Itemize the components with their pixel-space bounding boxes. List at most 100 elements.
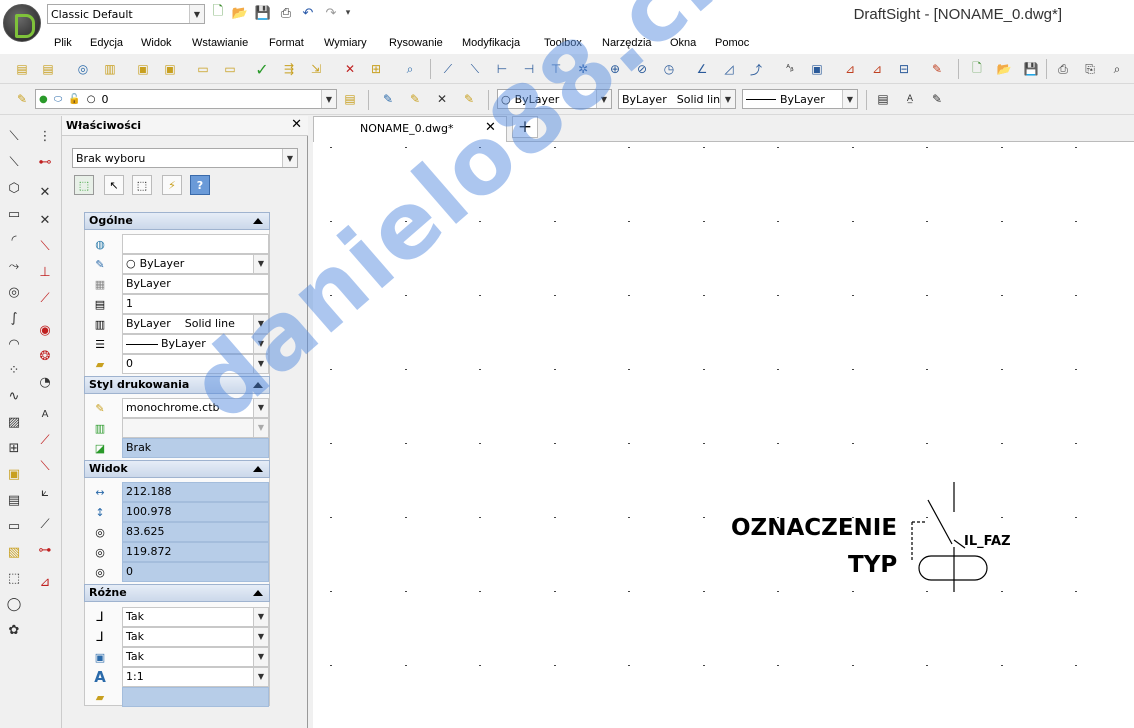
note-icon[interactable]: ▭ [4, 516, 24, 536]
layer-combo[interactable]: ● ⬭ 🔓 ○ 0 ▼ [35, 89, 337, 109]
toggle-pickadd-icon[interactable]: ⚡ [162, 175, 182, 195]
stretch-icon[interactable]: ⟍ [35, 236, 55, 256]
section-general[interactable]: Ogólne [84, 212, 270, 230]
join-icon[interactable]: ⟋ [35, 288, 55, 308]
layer-off-icon[interactable]: ▭ [193, 59, 213, 79]
spline-icon[interactable]: ∫ [4, 308, 24, 328]
print-preview-icon[interactable]: ⌕ [1107, 59, 1127, 79]
dim-update-icon[interactable]: ⊟ [894, 59, 914, 79]
multiline-text-icon[interactable]: A̲ [900, 89, 920, 109]
dimension-arc-icon[interactable]: ◷ [659, 59, 679, 79]
collapse-icon[interactable] [253, 466, 263, 472]
make-block-icon[interactable]: ▣ [4, 464, 24, 484]
prop-ucs-icon-origin[interactable]: Tak ▼ [122, 627, 269, 647]
trim-icon[interactable]: ✕ [35, 182, 55, 202]
layer-on-icon[interactable]: ▭ [220, 59, 240, 79]
new-icon[interactable]: 🗋 [209, 4, 227, 22]
prop-color-select[interactable]: ○ ByLayer ▼ [122, 254, 269, 274]
dimension-angular-icon[interactable]: ∠ [692, 59, 712, 79]
chevron-down-icon[interactable]: ▼ [842, 90, 857, 108]
menu-rysowanie[interactable]: Rysowanie [389, 37, 443, 49]
table-icon[interactable]: ▤ [4, 490, 24, 510]
chevron-down-icon[interactable]: ▼ [253, 255, 268, 273]
layer-manager-icon[interactable]: ▤ [12, 59, 32, 79]
layer-from-entity-icon[interactable]: ✎ [405, 89, 425, 109]
offset-icon[interactable]: ◉ [35, 320, 55, 340]
menu-modyfikacja[interactable]: Modyfikacja [462, 37, 520, 49]
print-drawing-icon[interactable]: ⎙ [1053, 59, 1073, 79]
move-icon[interactable]: ⋮ [35, 126, 55, 146]
chevron-down-icon[interactable]: ▼ [253, 355, 268, 373]
collapse-icon[interactable] [253, 218, 263, 224]
infinite-line-icon[interactable]: ⟍ [4, 152, 24, 172]
prop-linetype[interactable]: ByLayer Solid line ▼ [122, 314, 269, 334]
rectangle-icon[interactable]: ▭ [4, 204, 24, 224]
text-style-icon[interactable]: ▤ [873, 89, 893, 109]
menu-toolbox[interactable]: Toolbox [544, 37, 582, 49]
copy-icon[interactable]: ⊷ [35, 152, 55, 172]
tab-noname[interactable]: NONAME_0.dwg* ✕ [313, 116, 507, 142]
layer-delete-icon[interactable]: ✕ [340, 59, 360, 79]
open-icon[interactable]: 📂 [231, 4, 249, 22]
revision-cloud-icon[interactable]: ▧ [4, 542, 24, 562]
text-edit-icon[interactable]: ✎ [927, 89, 947, 109]
quick-select-icon[interactable]: ⬚ [132, 175, 152, 195]
open-drawing-icon[interactable]: 📂 [994, 59, 1014, 79]
prop-lineweight[interactable]: ByLayer ▼ [122, 334, 269, 354]
layer-isolate-icon[interactable]: ✕ [432, 89, 452, 109]
chevron-down-icon[interactable]: ▼ [321, 90, 336, 108]
select-entities-icon[interactable]: ↖ [104, 175, 124, 195]
dimension-baseline-icon[interactable]: ⊤ [546, 59, 566, 79]
break-icon[interactable]: ⊥ [35, 262, 55, 282]
layer-walk-icon[interactable]: ◎ [73, 59, 93, 79]
snap-icon[interactable]: ⟋ [438, 59, 458, 79]
dimension-aligned-icon[interactable]: ⊣ [519, 59, 539, 79]
ellipse-arc-icon[interactable]: ◠ [4, 334, 24, 354]
dimension-diameter-icon[interactable]: ⊘ [632, 59, 652, 79]
hatch-icon[interactable]: ▨ [4, 412, 24, 432]
arc-3point-icon[interactable]: ⤳ [4, 256, 24, 276]
line-icon[interactable]: ⟍ [4, 126, 24, 146]
leader-icon[interactable]: ⤴ [746, 59, 766, 79]
array-icon[interactable]: ⊶ [35, 540, 55, 560]
prop-transparency[interactable]: ByLayer [122, 274, 269, 294]
chevron-down-icon[interactable]: ▼ [282, 149, 297, 167]
menu-plik[interactable]: Plik [54, 37, 72, 49]
dim-style-icon[interactable]: ⊿ [840, 59, 860, 79]
customize-icon[interactable]: ▾ [342, 4, 354, 22]
fillet-icon[interactable]: ⟍ [35, 456, 55, 476]
menu-format[interactable]: Format [269, 37, 304, 49]
prop-ucs-icon-on[interactable]: Tak ▼ [122, 607, 269, 627]
chamfer-icon[interactable]: ⟀ [35, 482, 55, 502]
mirror-icon[interactable]: ⟋ [35, 430, 55, 450]
dim-edit-icon[interactable]: ✎ [927, 59, 947, 79]
check-icon[interactable]: ✓ [252, 59, 272, 79]
extend-icon[interactable]: ✕ [35, 210, 55, 230]
menu-pomoc[interactable]: Pomoc [715, 37, 749, 49]
boundary-icon[interactable]: ◯ [4, 594, 24, 614]
prop-print-style-table[interactable]: monochrome.ctb ▼ [122, 398, 269, 418]
layer-unlock-icon[interactable]: ▣ [160, 59, 180, 79]
menu-edycja[interactable]: Edycja [90, 37, 123, 49]
curve-icon[interactable]: ∿ [4, 386, 24, 406]
chevron-down-icon[interactable]: ▼ [253, 668, 268, 686]
polygon-icon[interactable]: ⬡ [4, 178, 24, 198]
layer-preview-icon[interactable]: ⌕ [400, 59, 420, 79]
drawing-canvas[interactable]: OZNACZENIE TYP IL_FAZ [313, 142, 1134, 728]
page-setup-icon[interactable]: ⎘ [1080, 59, 1100, 79]
layer-unisolate-icon[interactable]: ✎ [459, 89, 479, 109]
collapse-icon[interactable] [253, 590, 263, 596]
text-icon[interactable]: A [35, 404, 55, 424]
color-combo[interactable]: ○ ByLayer ▼ [497, 89, 612, 109]
layer-match-icon[interactable]: ⇶ [279, 59, 299, 79]
chevron-down-icon[interactable]: ▼ [253, 399, 268, 417]
print-icon[interactable]: ⎙ [277, 4, 295, 22]
menu-narzedzia[interactable]: Narzędzia [602, 37, 652, 49]
circle-icon[interactable]: ◎ [4, 282, 24, 302]
layer-lock-icon[interactable]: ▣ [133, 59, 153, 79]
chevron-down-icon[interactable]: ▼ [253, 608, 268, 626]
cloud-icon[interactable]: ✿ [4, 620, 24, 640]
layer-freeze-icon[interactable]: ▥ [100, 59, 120, 79]
scale-icon[interactable]: ◔ [35, 372, 55, 392]
draftsight-logo-icon[interactable] [3, 4, 41, 42]
